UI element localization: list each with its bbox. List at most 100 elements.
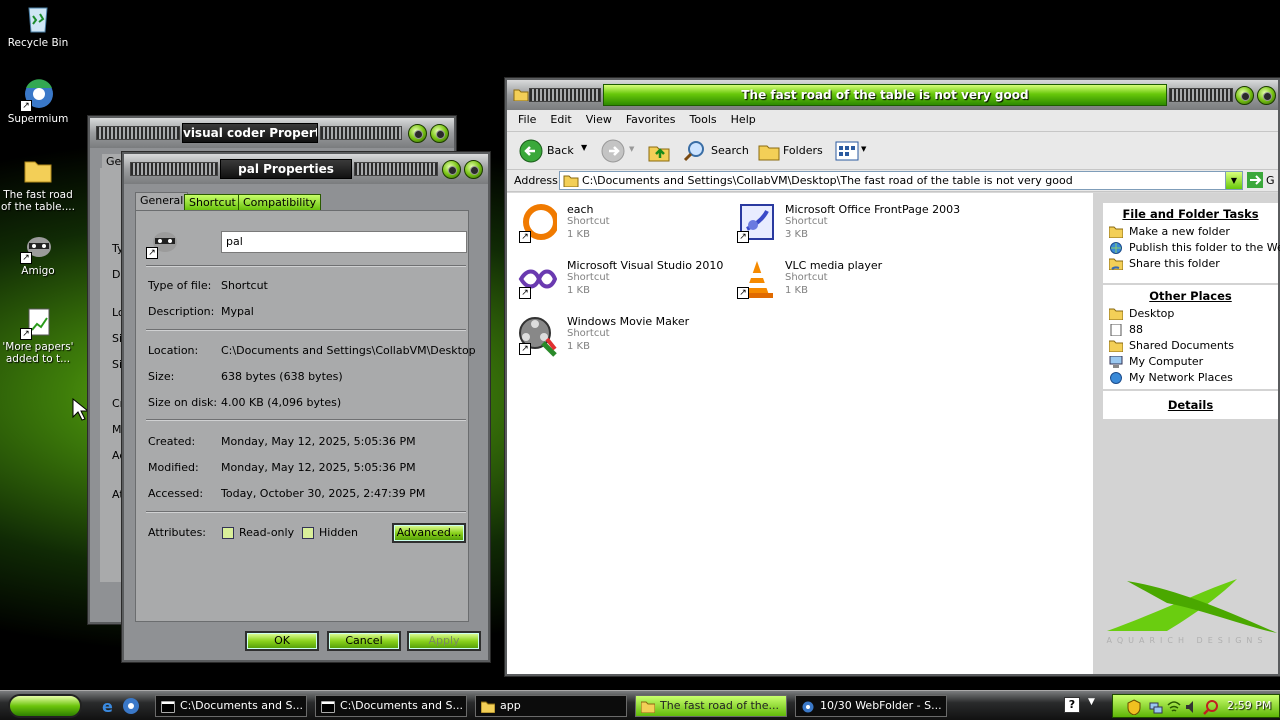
place-88[interactable]: 88: [1103, 322, 1278, 338]
shortcut-arrow-icon: ↗: [737, 287, 749, 299]
internet-explorer-icon[interactable]: e: [100, 697, 118, 715]
wifi-icon[interactable]: [1167, 700, 1181, 714]
advanced-button[interactable]: Advanced...: [392, 523, 466, 543]
general-tab-panel: ↗ pal Type of file: Shortcut Description…: [135, 210, 476, 622]
start-button[interactable]: [8, 694, 82, 718]
browser-icon[interactable]: [122, 697, 140, 715]
readonly-checkbox[interactable]: [222, 527, 234, 539]
views-button[interactable]: ▼: [835, 141, 871, 161]
chevron-down-icon: ▼: [629, 145, 635, 153]
task-pane: File and Folder Tasks Make a new folder …: [1093, 193, 1280, 674]
recycle-bin-icon: [22, 2, 54, 34]
hidden-checkbox[interactable]: [302, 527, 314, 539]
svg-text:e: e: [102, 697, 113, 715]
menu-tools[interactable]: Tools: [683, 110, 724, 129]
file-item-vlc[interactable]: ↗ VLC media player Shortcut 1 KB: [729, 257, 939, 307]
back-arrow-icon: [519, 139, 543, 163]
taskbar-item[interactable]: C:\Documents and S...: [155, 695, 307, 717]
close-button[interactable]: [430, 124, 449, 143]
help-button[interactable]: [408, 124, 427, 143]
taskbar-item[interactable]: app: [475, 695, 627, 717]
quick-launch: e: [100, 697, 142, 715]
network-icon[interactable]: [1149, 700, 1163, 714]
taskbar-item-label: 10/30 WebFolder - S...: [820, 699, 942, 712]
address-field[interactable]: C:\Documents and Settings\CollabVM\Deskt…: [559, 171, 1243, 190]
place-desktop[interactable]: Desktop: [1103, 306, 1278, 322]
task-label: Share this folder: [1129, 257, 1220, 270]
close-button[interactable]: [464, 160, 483, 179]
file-name-field[interactable]: pal: [221, 231, 467, 253]
details-title[interactable]: Details: [1103, 398, 1278, 412]
chevron-down-icon[interactable]: ▼: [1088, 697, 1095, 707]
taskbar-item[interactable]: 10/30 WebFolder - S...: [795, 695, 947, 717]
search-icon[interactable]: [1203, 699, 1219, 715]
folders-icon: [758, 145, 780, 161]
desktop-icon-fast-road-folder[interactable]: The fast road of the table....: [0, 154, 76, 213]
explorer-window[interactable]: The fast road of the table is not very g…: [505, 78, 1280, 676]
folder-icon: [513, 88, 529, 102]
folders-button[interactable]: Folders: [757, 139, 823, 163]
search-button[interactable]: Search: [683, 139, 749, 163]
help-tray-icon[interactable]: ?: [1064, 697, 1080, 713]
place-shared-documents[interactable]: Shared Documents: [1103, 338, 1278, 354]
places-title[interactable]: Other Places: [1103, 289, 1278, 303]
menu-file[interactable]: File: [511, 110, 543, 129]
attributes-label: Attributes:: [148, 526, 207, 539]
menu-view[interactable]: View: [579, 110, 619, 129]
up-folder-button[interactable]: [647, 139, 671, 163]
title-bar[interactable]: visual coder Properties: [90, 118, 454, 148]
place-my-network[interactable]: My Network Places: [1103, 370, 1278, 386]
back-button[interactable]: Back ▼: [519, 139, 599, 163]
task-make-folder[interactable]: Make a new folder: [1103, 224, 1278, 240]
address-dropdown-button[interactable]: ▼: [1225, 172, 1242, 189]
divider: [146, 419, 466, 421]
file-item-visual-studio[interactable]: ↗ Microsoft Visual Studio 2010 Shortcut …: [511, 257, 723, 307]
menu-edit[interactable]: Edit: [543, 110, 578, 129]
clock[interactable]: 2:59 PM: [1227, 699, 1271, 712]
desktop-icon-recycle-bin[interactable]: Recycle Bin: [0, 2, 76, 49]
title-grill: [130, 162, 218, 176]
tab-shortcut[interactable]: Shortcut: [184, 194, 241, 211]
type-label: Type of file:: [148, 279, 212, 292]
task-share-folder[interactable]: Share this folder: [1103, 256, 1278, 272]
field-label: Si: [112, 332, 123, 345]
network-globe-icon: [1109, 372, 1123, 384]
tab-compatibility[interactable]: Compatibility: [238, 194, 322, 211]
pal-properties-window[interactable]: pal Properties General Shortcut Compatib…: [122, 152, 490, 662]
apply-button[interactable]: Apply: [407, 631, 481, 651]
desktop-icon-more-papers[interactable]: ↗ 'More papers' added to t...: [0, 306, 76, 365]
task-publish-web[interactable]: Publish this folder to the Web: [1103, 240, 1280, 256]
field-label: Si: [112, 358, 123, 371]
shield-icon[interactable]: [1127, 699, 1141, 715]
menu-help[interactable]: Help: [724, 110, 763, 129]
file-item-each[interactable]: ↗ each Shortcut 1 KB: [511, 201, 721, 251]
go-button[interactable]: G: [1247, 171, 1278, 190]
taskbar-item[interactable]: C:\Documents and S...: [315, 695, 467, 717]
file-item-movie-maker[interactable]: ↗ Windows Movie Maker Shortcut 1 KB: [511, 313, 721, 363]
place-my-computer[interactable]: My Computer: [1103, 354, 1278, 370]
title-bar[interactable]: pal Properties: [124, 154, 488, 184]
description-label: Description:: [148, 305, 215, 318]
place-label: My Computer: [1129, 355, 1204, 368]
address-value: C:\Documents and Settings\CollabVM\Deskt…: [582, 174, 1073, 187]
title-bar[interactable]: The fast road of the table is not very g…: [507, 80, 1278, 110]
cancel-button[interactable]: Cancel: [327, 631, 401, 651]
taskbar-item-active[interactable]: The fast road of the...: [635, 695, 787, 717]
ok-button[interactable]: OK: [245, 631, 319, 651]
location-value: C:\Documents and Settings\CollabVM\Deskt…: [221, 344, 476, 357]
help-button[interactable]: [442, 160, 461, 179]
taskbar: e C:\Documents and S... C:\Documents and…: [0, 690, 1280, 720]
volume-icon[interactable]: [1185, 700, 1199, 714]
forward-button[interactable]: ▼: [601, 139, 639, 163]
desktop-icon-amigo[interactable]: ↗ Amigo: [0, 230, 76, 277]
file-item-frontpage[interactable]: ↗ Microsoft Office FrontPage 2003 Shortc…: [729, 201, 960, 251]
tab-general[interactable]: General: [135, 192, 189, 211]
maximize-button[interactable]: [1257, 86, 1276, 105]
address-bar: Address C:\Documents and Settings\Collab…: [507, 170, 1278, 192]
desktop-icon-supermium[interactable]: ↗ Supermium: [0, 78, 76, 125]
menu-favorites[interactable]: Favorites: [619, 110, 683, 129]
shortcut-arrow-icon: ↗: [20, 328, 32, 340]
minimize-button[interactable]: [1235, 86, 1254, 105]
tasks-title[interactable]: File and Folder Tasks: [1103, 207, 1278, 221]
place-label: 88: [1129, 323, 1143, 336]
